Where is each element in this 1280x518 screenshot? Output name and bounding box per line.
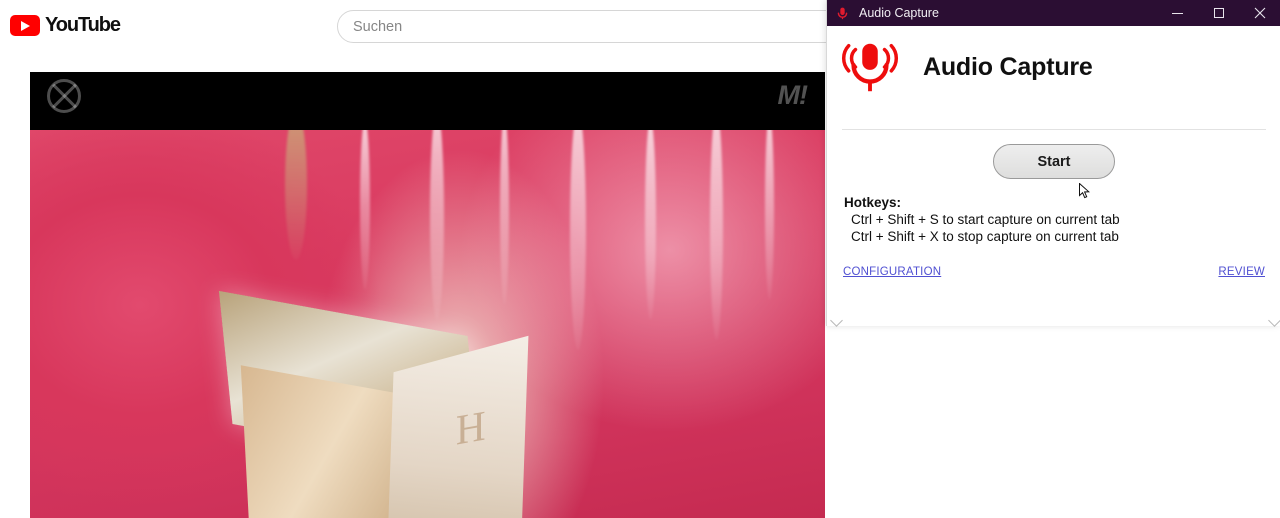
youtube-wordmark: YouTube [45, 14, 121, 36]
video-player[interactable]: H M! [30, 72, 825, 518]
youtube-search-bar[interactable] [337, 10, 857, 43]
review-link[interactable]: REVIEW [1218, 266, 1265, 278]
water-streak [765, 130, 774, 300]
audio-capture-body: Audio Capture Start Hotkeys: Ctrl + Shif… [827, 26, 1280, 326]
video-frame: H [30, 130, 825, 518]
hotkey-start-line: Ctrl + Shift + S to start capture on cur… [851, 212, 1120, 227]
water-streak [360, 130, 370, 290]
configuration-link[interactable]: CONFIGURATION [843, 266, 941, 278]
microphone-favicon-icon [835, 6, 850, 21]
channel-logo-watermark-icon [47, 79, 81, 113]
water-streak [645, 130, 656, 320]
footer-links: CONFIGURATION REVIEW [843, 266, 1265, 278]
close-icon [1254, 7, 1265, 19]
header-divider [842, 129, 1266, 130]
window-controls [1157, 0, 1280, 26]
brand-watermark: M! [777, 80, 809, 110]
app-title: Audio Capture [923, 52, 1093, 81]
minimize-button[interactable] [1157, 0, 1198, 26]
maximize-icon [1213, 8, 1224, 18]
youtube-logo[interactable]: YouTube [10, 14, 121, 37]
start-capture-button[interactable]: Start [993, 144, 1115, 179]
hotkeys-section: Hotkeys: Ctrl + Shift + S to start captu… [844, 195, 1120, 244]
hotkeys-label: Hotkeys: [844, 195, 902, 210]
hotkey-stop-line: Ctrl + Shift + X to stop capture on curr… [851, 229, 1119, 244]
water-streak [570, 130, 586, 350]
water-streak [285, 130, 307, 260]
youtube-play-icon [10, 15, 40, 36]
window-titlebar[interactable]: Audio Capture [827, 0, 1280, 26]
minimize-icon [1172, 12, 1183, 14]
water-streak [710, 130, 723, 340]
audio-capture-window[interactable]: Audio Capture Audio Capture Start Hotkey… [826, 0, 1280, 327]
microphone-with-soundwaves-icon [839, 36, 901, 98]
search-input[interactable] [353, 18, 793, 35]
water-streak [430, 130, 444, 320]
maximize-button[interactable] [1198, 0, 1239, 26]
water-streak [500, 130, 509, 305]
app-header: Audio Capture [827, 26, 1280, 98]
window-title: Audio Capture [859, 6, 939, 20]
close-button[interactable] [1239, 0, 1280, 26]
